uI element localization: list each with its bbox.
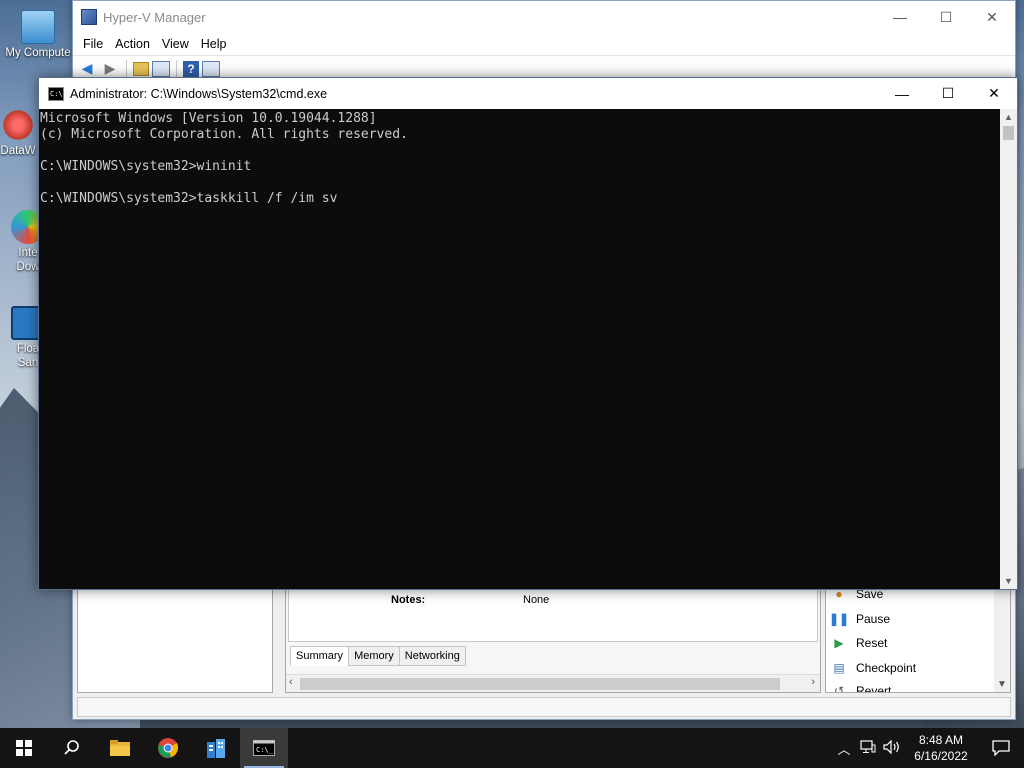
horizontal-scrollbar[interactable]: ‹ › <box>286 674 820 692</box>
console-vertical-scrollbar[interactable]: ▲ ▼ <box>1000 109 1017 589</box>
actions-scrollbar[interactable]: ▼ <box>994 588 1010 692</box>
scroll-up-icon[interactable]: ▲ <box>1004 112 1013 122</box>
speaker-icon <box>883 739 899 754</box>
hyperv-navigation-pane[interactable] <box>77 587 273 693</box>
scrollbar-thumb[interactable] <box>300 678 780 690</box>
action-reset[interactable]: ▶ Reset <box>832 633 887 653</box>
console-icon: C:\ <box>48 86 64 101</box>
console-line: (c) Microsoft Corporation. All rights re… <box>40 127 408 142</box>
console-line: C:\WINDOWS\system32>wininit <box>40 159 252 174</box>
notification-icon <box>992 740 1010 756</box>
minimize-button[interactable]: — <box>879 78 925 109</box>
svg-text:C:\_: C:\_ <box>256 746 274 754</box>
volume-icon[interactable] <box>880 739 904 757</box>
menu-action[interactable]: Action <box>109 37 156 51</box>
show-hide-tree-icon[interactable] <box>152 60 170 77</box>
folder-up-icon[interactable] <box>133 61 149 76</box>
forward-arrow-icon[interactable]: ▶ <box>100 59 120 79</box>
console-output[interactable]: Microsoft Windows [Version 10.0.19044.12… <box>39 109 1001 589</box>
action-pause[interactable]: ❚❚ Pause <box>828 609 891 629</box>
windows-logo-icon <box>16 740 32 756</box>
console-line: ​ <box>40 175 1001 191</box>
scroll-down-icon[interactable]: ▼ <box>1004 576 1013 586</box>
action-checkpoint-label: Checkpoint <box>856 661 917 675</box>
clock-time: 8:48 AM <box>918 733 964 747</box>
console-line: ​ <box>40 143 1001 159</box>
cmd-window[interactable]: C:\ Administrator: C:\Windows\System32\c… <box>38 77 1018 590</box>
monitor-icon <box>21 10 55 44</box>
atom-icon <box>1 108 35 142</box>
console-line: Microsoft Windows [Version 10.0.19044.12… <box>40 111 377 126</box>
toolbar-separator <box>126 59 127 78</box>
console-icon: C:\_ <box>253 740 275 756</box>
cmd-window-controls: — ☐ ✕ <box>879 78 1017 110</box>
search-icon <box>64 740 79 755</box>
revert-icon: ↺ <box>833 684 845 693</box>
toolbar-separator <box>176 59 177 78</box>
hyperv-window-controls: — ☐ ✕ <box>877 1 1015 33</box>
cmd-title: Administrator: C:\Windows\System32\cmd.e… <box>70 86 328 101</box>
scrollbar-thumb[interactable] <box>1003 126 1014 140</box>
notes-value: None <box>523 594 550 606</box>
taskbar-server-manager[interactable] <box>192 728 240 768</box>
console-prompt-line[interactable]: C:\WINDOWS\system32>taskkill /f /im sv <box>40 191 1001 207</box>
action-revert[interactable]: ↺ Revert <box>832 681 892 693</box>
action-revert-label: Revert <box>856 684 892 693</box>
desktop-icon-label: My Compute <box>5 47 71 59</box>
desktop-icon-my-computer[interactable]: My Compute <box>0 10 76 60</box>
hyperv-title: Hyper-V Manager <box>103 9 206 25</box>
start-button[interactable] <box>0 728 48 768</box>
pause-icon: ❚❚ <box>828 612 850 626</box>
maximize-button[interactable]: ☐ <box>925 78 971 109</box>
menu-help[interactable]: Help <box>195 37 233 51</box>
scroll-right-icon[interactable]: › <box>811 676 815 688</box>
close-button[interactable]: ✕ <box>971 78 1017 109</box>
taskbar-file-explorer[interactable] <box>96 728 144 768</box>
scroll-left-icon[interactable]: ‹ <box>289 676 293 688</box>
reset-icon: ▶ <box>834 636 844 650</box>
action-checkpoint[interactable]: ▤ Checkpoint <box>832 658 916 678</box>
tab-memory[interactable]: Memory <box>348 646 400 666</box>
building-icon <box>207 739 225 758</box>
taskbar: C:\_ ︿ 8:48 AM 6/16/2022 <box>0 728 1024 768</box>
hyperv-vm-details-pane: Notes: None Summary Memory Networking ‹ … <box>285 587 821 693</box>
hyperv-menu-bar: File Action View Help <box>73 33 1015 55</box>
chrome-icon <box>158 738 179 758</box>
help-icon[interactable]: ? <box>183 60 199 77</box>
clock[interactable]: 8:48 AM 6/16/2022 <box>904 732 978 764</box>
network-monitor-icon <box>860 739 876 753</box>
menu-view[interactable]: View <box>156 37 195 51</box>
folder-icon <box>110 740 130 756</box>
action-reset-label: Reset <box>856 636 888 650</box>
maximize-button[interactable]: ☐ <box>923 1 969 33</box>
notes-label: Notes: <box>391 594 426 606</box>
menu-file[interactable]: File <box>77 37 109 51</box>
system-tray: ︿ 8:48 AM 6/16/2022 <box>832 728 1024 768</box>
action-pause-label: Pause <box>856 612 891 626</box>
hyperv-app-icon <box>81 9 97 25</box>
clock-date: 6/16/2022 <box>914 749 968 763</box>
network-icon[interactable] <box>856 739 880 757</box>
hyperv-title-bar[interactable]: Hyper-V Manager — ☐ ✕ <box>73 1 1015 33</box>
hyperv-actions-pane: ● Save ❚❚ Pause ▶ Reset ▤ Checkpoint ↺ R… <box>825 587 1011 693</box>
show-hidden-icons-chevron-icon[interactable]: ︿ <box>832 739 856 758</box>
close-button[interactable]: ✕ <box>969 1 1015 33</box>
checkpoint-icon: ▤ <box>833 661 845 675</box>
taskbar-cmd[interactable]: C:\_ <box>240 728 288 768</box>
action-center-button[interactable] <box>978 740 1024 756</box>
tab-networking[interactable]: Networking <box>398 646 466 666</box>
search-button[interactable] <box>48 728 96 768</box>
desktop-icon-label: DataW <box>0 145 36 157</box>
tab-summary[interactable]: Summary <box>290 646 350 666</box>
vm-details-tabs: Summary Memory Networking <box>290 646 466 666</box>
scroll-down-icon[interactable]: ▼ <box>997 679 1007 690</box>
vm-details-box: Notes: None <box>288 588 818 642</box>
taskbar-chrome[interactable] <box>144 728 192 768</box>
action-pane-icon[interactable] <box>202 60 220 77</box>
cmd-title-bar[interactable]: C:\ Administrator: C:\Windows\System32\c… <box>39 78 1017 109</box>
hyperv-status-bar <box>77 697 1011 717</box>
back-arrow-icon[interactable]: ◀ <box>77 59 97 79</box>
minimize-button[interactable]: — <box>877 1 923 33</box>
